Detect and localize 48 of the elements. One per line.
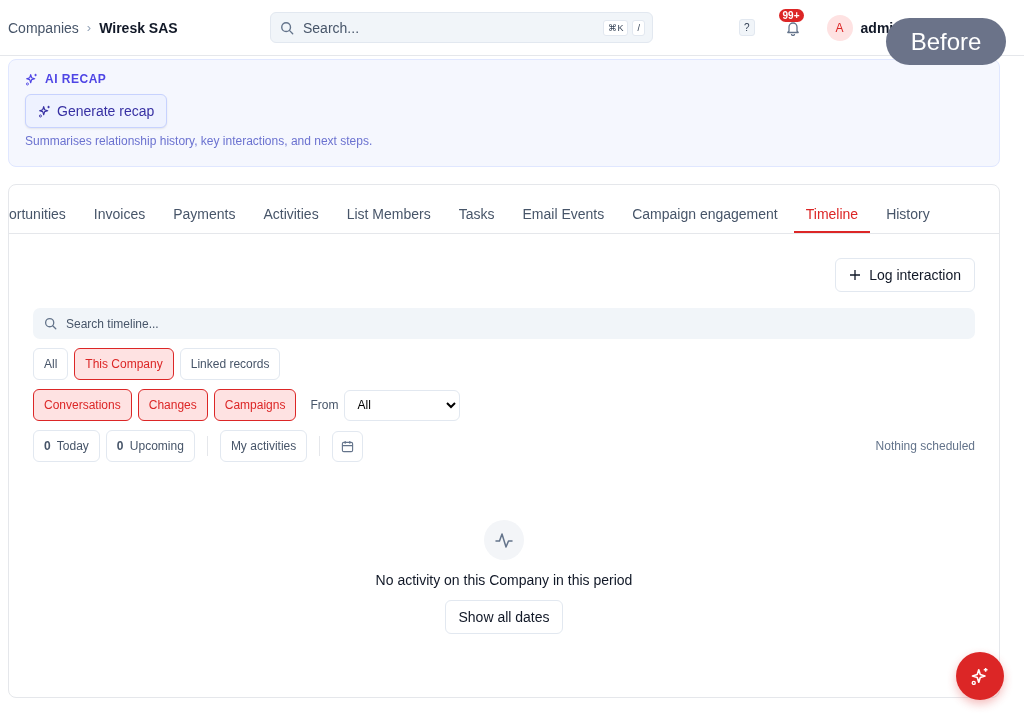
bell-icon[interactable] — [784, 19, 801, 36]
generate-recap-button[interactable]: Generate recap — [25, 94, 168, 128]
ai-assistant-button[interactable] — [956, 652, 1004, 700]
tab[interactable]: Timeline — [793, 206, 871, 233]
breadcrumb-separator: › — [86, 20, 92, 35]
filter-chip[interactable]: Linked records — [179, 348, 281, 380]
show-all-dates-button[interactable]: Show all dates — [445, 600, 563, 634]
sparkle-icon — [38, 104, 51, 118]
tab[interactable]: Payments — [173, 206, 236, 233]
filter-chip[interactable]: Campaigns — [213, 389, 297, 421]
tab[interactable]: Tasks — [458, 206, 495, 233]
from-label: From — [310, 398, 339, 412]
sparkle-icon — [25, 72, 38, 86]
calendar-button[interactable] — [332, 430, 364, 462]
keyboard-shortcut: / — [632, 20, 645, 36]
help-button[interactable]: ? — [739, 19, 755, 36]
activity-icon — [484, 520, 524, 560]
breadcrumb-current: Wiresk SAS — [99, 19, 178, 36]
search-icon — [280, 21, 294, 35]
tab[interactable]: List Members — [346, 206, 431, 233]
calendar-icon — [341, 439, 355, 453]
notification-badge: 99+ — [778, 8, 804, 22]
filter-chip[interactable]: Conversations — [33, 389, 132, 421]
section-title: AI RECAP — [45, 72, 107, 86]
tab[interactable]: Activities — [263, 206, 319, 233]
filter-chip[interactable]: Changes — [137, 389, 208, 421]
filter-chip[interactable]: All — [33, 348, 69, 380]
schedule-status: Nothing scheduled — [875, 439, 975, 453]
breadcrumb-link[interactable]: Companies — [8, 19, 79, 36]
tab[interactable]: Invoices — [93, 206, 146, 233]
empty-message: No activity on this Company in this period — [375, 572, 633, 588]
filter-chip[interactable]: This Company — [74, 348, 174, 380]
my-activities-button[interactable]: My activities — [219, 430, 308, 462]
tab[interactable]: Email Events — [522, 206, 605, 233]
counter-button[interactable]: 0 Today — [33, 430, 100, 462]
from-select[interactable]: All — [344, 389, 461, 421]
search-field[interactable]: Search timeline... — [33, 308, 975, 339]
sparkle-icon — [970, 666, 990, 686]
tab[interactable]: ortunities — [9, 206, 66, 233]
keyboard-shortcut: ⌘K — [603, 20, 629, 36]
counter-button[interactable]: 0 Upcoming — [105, 430, 195, 462]
search-icon — [44, 317, 57, 330]
avatar[interactable]: A — [826, 14, 853, 41]
tab[interactable]: History — [886, 206, 930, 233]
plus-icon — [849, 269, 862, 281]
tab[interactable]: Campaign engagement — [632, 206, 778, 233]
recap-description: Summarises relationship history, key interactions, and next steps. — [25, 134, 374, 148]
log-interaction-button[interactable]: Log interaction — [835, 258, 975, 292]
